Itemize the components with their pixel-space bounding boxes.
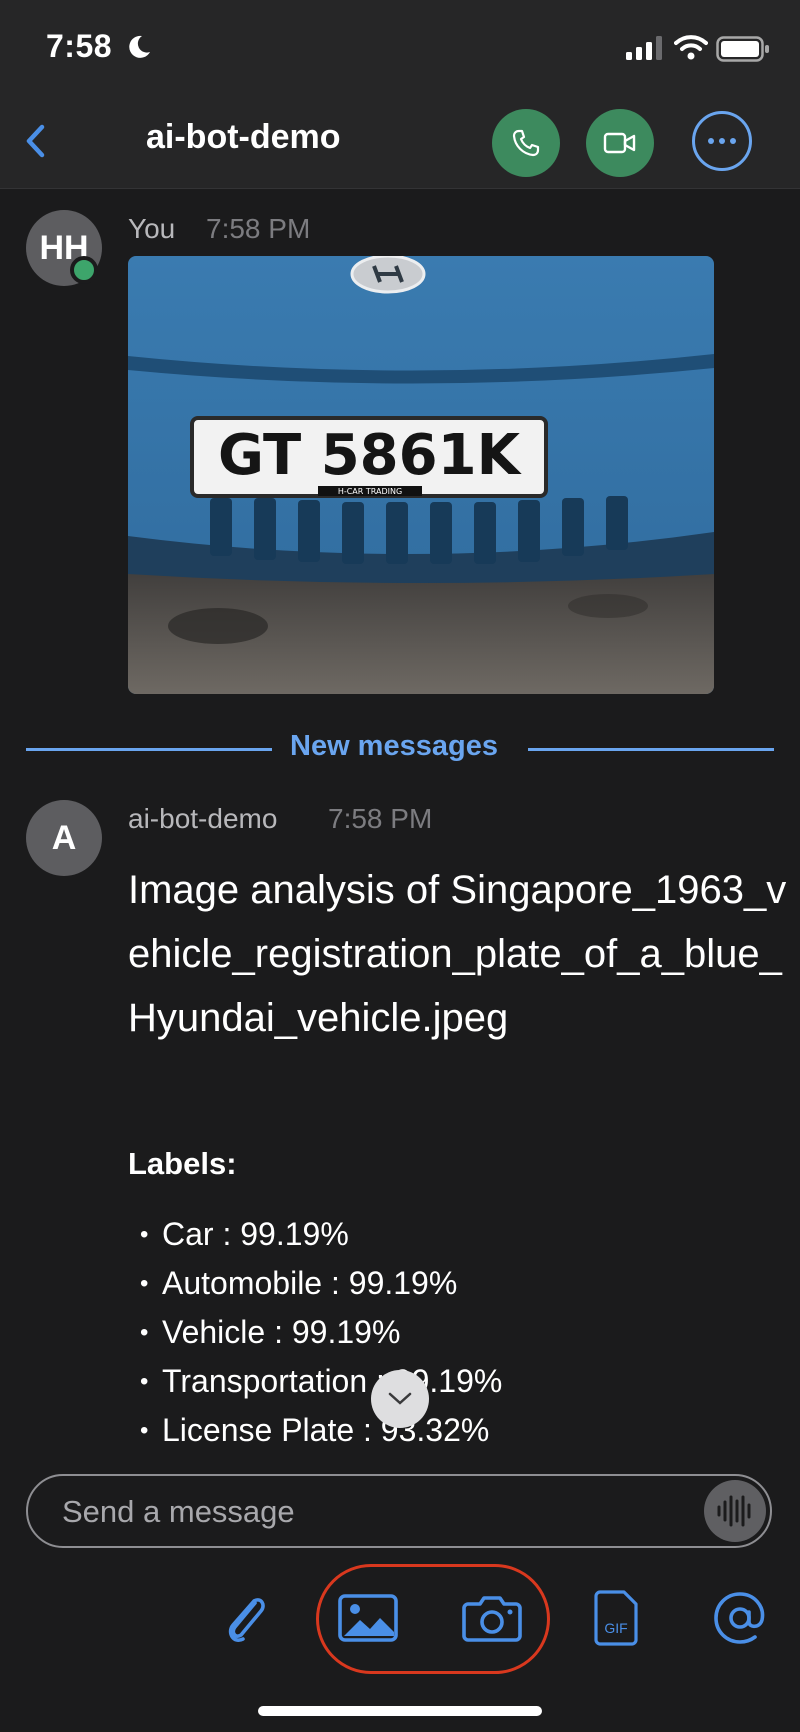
bot-avatar[interactable]: A (26, 800, 102, 876)
video-call-button[interactable] (586, 109, 654, 177)
list-item: • Vehicle : 99.19% (140, 1314, 401, 1350)
message-composer (26, 1474, 772, 1548)
message-sender: ai-bot-demo (128, 803, 278, 834)
ellipsis-icon (708, 138, 736, 144)
home-indicator (258, 1706, 542, 1716)
voice-message-button[interactable] (704, 1480, 766, 1542)
video-camera-icon (603, 132, 636, 154)
list-item: • Car : 99.19% (140, 1216, 349, 1252)
message-sender: You (128, 213, 176, 244)
waveform-icon (717, 1495, 751, 1527)
message-input[interactable] (60, 1476, 664, 1548)
back-chevron-icon[interactable] (14, 118, 60, 164)
highlight-annotation-circle (316, 1564, 550, 1674)
battery-icon (716, 36, 769, 62)
attach-file-button[interactable] (216, 1588, 276, 1648)
at-sign-icon (714, 1592, 765, 1644)
plate-text: GT 5861K (218, 423, 523, 488)
chat-header: ai-bot-demo (0, 96, 800, 189)
message-time: 7:58 PM (328, 803, 433, 834)
gif-label: GIF (604, 1620, 627, 1636)
status-time: 7:58 (46, 28, 113, 64)
status-bar: 7:58 (0, 0, 800, 96)
new-messages-label: New messages (290, 730, 498, 762)
new-messages-line-right (528, 748, 774, 751)
labels-list: • Car : 99.19% • Automobile : 99.19% • Vehi… (140, 1210, 502, 1455)
chat-title: ai-bot-demo (146, 118, 341, 156)
plate-dealer-caption: H-CAR TRADING (338, 487, 402, 496)
moon-icon (129, 35, 150, 58)
gif-icon: GIF (594, 1590, 638, 1646)
gif-button[interactable]: GIF (586, 1588, 646, 1648)
chevron-down-icon (388, 1392, 412, 1405)
phone-icon (512, 129, 540, 157)
more-options-button[interactable] (692, 111, 752, 171)
signal-icon (626, 36, 662, 60)
car-photo-image: GT 5861K H-CAR TRADING (128, 256, 714, 694)
list-item: • Transportation : 99.19% (140, 1363, 503, 1399)
scroll-to-bottom-button[interactable] (371, 1370, 429, 1428)
online-status-dot (70, 256, 98, 284)
message-time: 7:58 PM (206, 213, 311, 244)
voice-call-button[interactable] (492, 109, 560, 177)
bot-message-text: Image analysis of Singapore_1963_vehicle… (128, 868, 787, 1040)
paperclip-icon (228, 1598, 265, 1642)
labels-heading: Labels: (128, 1146, 237, 1181)
wifi-icon (674, 35, 708, 60)
list-item: • Automobile : 99.19% (140, 1265, 458, 1301)
attached-photo[interactable]: GT 5861K H-CAR TRADING (128, 256, 714, 694)
new-messages-line-left (26, 748, 272, 751)
mention-button[interactable] (710, 1588, 770, 1648)
list-item: • License Plate : 93.32% (140, 1412, 490, 1448)
